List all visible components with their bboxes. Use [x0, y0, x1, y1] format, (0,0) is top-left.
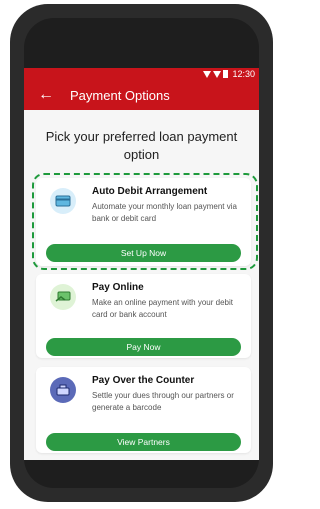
option-card-pay-online: Pay Online Make an online payment with y… — [36, 274, 251, 358]
option-card-auto-debit: Auto Debit Arrangement Automate your mon… — [36, 178, 251, 266]
signal-icon — [213, 70, 222, 78]
option-card-over-counter: Pay Over the Counter Settle your dues th… — [36, 367, 251, 453]
view-partners-button[interactable]: View Partners — [46, 433, 241, 451]
set-up-now-button[interactable]: Set Up Now — [46, 244, 241, 262]
option-title: Pay Over the Counter — [92, 375, 195, 386]
status-time: 12:30 — [232, 69, 255, 79]
option-description: Make an online payment with your debit c… — [92, 298, 233, 319]
app-bar: ← Payment Options — [24, 80, 259, 110]
card-icon — [50, 188, 76, 214]
register-icon — [50, 377, 76, 403]
section-heading: Pick your preferred loan payment option — [45, 129, 238, 162]
back-arrow-icon[interactable]: ← — [38, 86, 54, 104]
status-icons — [203, 70, 229, 78]
option-title: Auto Debit Arrangement — [92, 186, 208, 197]
option-description: Settle your dues through our partners or… — [92, 391, 234, 412]
pay-now-button[interactable]: Pay Now — [46, 338, 241, 356]
option-description: Automate your monthly loan payment via b… — [92, 202, 237, 223]
wifi-icon — [203, 70, 212, 78]
card-hand-icon — [50, 284, 76, 310]
page-title: Payment Options — [70, 87, 170, 103]
status-bar: 12:30 — [24, 68, 259, 80]
option-title: Pay Online — [92, 282, 144, 293]
battery-icon — [223, 70, 229, 78]
app-screen: 12:30 ← Payment Options Pick your prefer… — [24, 68, 259, 460]
